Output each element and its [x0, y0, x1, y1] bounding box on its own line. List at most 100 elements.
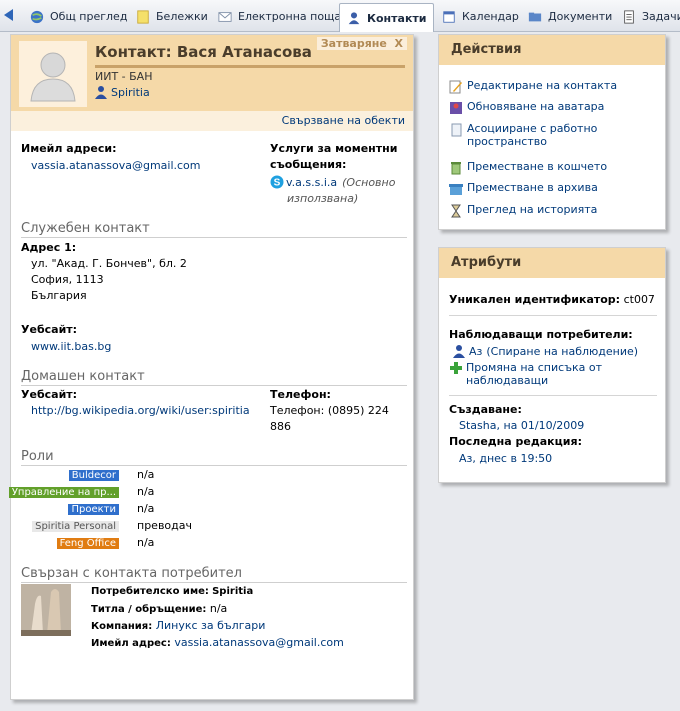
work-contact-title: Служебен контакт [21, 221, 407, 238]
avatar [19, 41, 87, 107]
watchers-label: Наблюдаващи потребители: [449, 328, 633, 341]
company-row: Компания: Линукс за българи [91, 619, 265, 632]
email-link[interactable]: vassia.atanassova@gmail.com [31, 159, 201, 172]
address-label: Адрес 1: [21, 241, 77, 254]
close-icon: X [394, 37, 403, 50]
uid-row: Уникален идентификатор: ct007 [449, 293, 655, 306]
website-label: Уебсайт: [21, 323, 78, 336]
role-value: преводач [137, 519, 192, 532]
close-label: Затваряне [320, 37, 387, 50]
phone-value: Телефон: (0895) 224 [270, 404, 389, 417]
change-watchers-link[interactable]: Промяна на списъка от наблюдаващи [466, 361, 602, 387]
role-tag[interactable]: Feng Office [56, 538, 119, 549]
owner-user[interactable]: Spiritia [95, 85, 150, 99]
hourglass-icon [451, 204, 461, 218]
contact-header: Контакт: Вася Атанасова Затваряне X ИИТ … [11, 35, 413, 111]
action-label-line2: пространство [467, 135, 547, 148]
divider [449, 315, 657, 316]
linked-email-link[interactable]: vassia.atanassova@gmail.com [174, 636, 344, 649]
role-value: n/a [137, 502, 155, 515]
salutation-value: n/a [209, 602, 228, 615]
link-objects-link[interactable]: Свързване на обекти [282, 114, 405, 127]
tab-documents[interactable]: Документи [520, 4, 619, 28]
tab-label: Общ преглед [50, 10, 128, 23]
attributes-box: Атрибути Уникален идентификатор: ct007 Н… [438, 247, 666, 483]
phone-value-cont: 886 [270, 420, 291, 433]
company-link[interactable]: Линукс за българи [156, 619, 266, 632]
action-label: Преместване в кошчето [467, 160, 608, 173]
tab-email[interactable]: Електронна поща [210, 4, 348, 28]
globe-icon [30, 10, 44, 23]
action-label: Обновяване на аватара [467, 100, 605, 113]
modified-label: Последна редакция: [449, 435, 582, 448]
actions-title: Действия [439, 35, 665, 65]
tab-tasks[interactable]: Задачи [614, 4, 680, 28]
svg-text:S: S [274, 178, 281, 189]
modified-value: Аз, днес в 19:50 [459, 452, 552, 465]
username-row: Потребителско име: Spiritia [91, 586, 253, 597]
im-handle[interactable]: v.a.s.s.i.a [286, 176, 337, 189]
stop-watching-link[interactable]: (Спиране на наблюдение) [486, 345, 638, 358]
tab-label: Бележки [156, 10, 208, 23]
role-value: n/a [137, 468, 155, 481]
watcher-row: Аз (Спиране на наблюдение) [453, 344, 638, 358]
action-associate-workspace[interactable]: Асоцииране с работно пространство [449, 122, 659, 148]
role-tag[interactable]: Управление на пр... [8, 487, 119, 498]
username-value: Spiritia [212, 586, 254, 597]
tab-bar: Общ преглед Бележки Електронна поща Конт… [0, 0, 680, 32]
tab-label: Електронна поща [238, 10, 342, 23]
change-watchers-row[interactable]: Промяна на списъка от наблюдаващи [449, 361, 602, 387]
actions-box: Действия Редактиране на контакта Обновяв… [438, 34, 666, 230]
role-tag[interactable]: Spiritia Personal [32, 521, 119, 532]
address-line: София, 1113 [31, 273, 104, 286]
action-move-to-trash[interactable]: Преместване в кошчето [449, 160, 659, 175]
email-label: Имейл адреси: [21, 142, 117, 155]
organization: ИИТ - БАН [95, 70, 153, 83]
note-icon [137, 9, 149, 24]
skype-icon: S [270, 175, 284, 189]
tab-label: Задачи [642, 10, 680, 23]
home-website-link[interactable]: http://bg.wikipedia.org/wiki/user:spirit… [31, 404, 250, 417]
role-value: n/a [137, 536, 155, 549]
back-arrow-icon[interactable] [4, 9, 13, 21]
tab-calendar[interactable]: Календар [434, 4, 526, 28]
divider [449, 395, 657, 396]
action-move-to-archive[interactable]: Преместване в архива [449, 181, 659, 196]
contact-panel: Контакт: Вася Атанасова Затваряне X ИИТ … [8, 34, 414, 700]
header-divider [95, 65, 405, 68]
page-title: Контакт: Вася Атанасова [95, 43, 312, 61]
tab-contacts[interactable]: Контакти [339, 3, 434, 32]
role-tag[interactable]: Buldecor [68, 470, 119, 481]
im-note: (Основно [342, 175, 396, 189]
documents-icon [528, 12, 542, 21]
linked-user-avatar[interactable] [21, 584, 71, 636]
action-label: Преглед на историята [467, 203, 598, 216]
address-line: ул. "Акад. Г. Бончев", бл. 2 [31, 257, 187, 270]
company-label: Компания: [91, 621, 153, 632]
action-label-line1: Асоцииране с работно [467, 122, 598, 135]
role-tag[interactable]: Проекти [68, 504, 119, 515]
close-button[interactable]: Затваряне X [316, 37, 407, 50]
action-edit-contact[interactable]: Редактиране на контакта [449, 79, 659, 94]
username-label: Потребителско име: [91, 586, 209, 597]
tab-notes[interactable]: Бележки [128, 4, 215, 28]
tab-overview[interactable]: Общ преглед [22, 4, 134, 28]
im-row: S v.a.s.s.i.a (Основно [270, 175, 395, 189]
watcher-me[interactable]: Аз [469, 345, 482, 358]
home-contact-title: Домашен контакт [21, 369, 407, 386]
calendar-icon [443, 10, 455, 23]
link-objects-bar: Свързване на обекти [11, 111, 413, 131]
tab-label: Календар [462, 10, 519, 23]
salutation-label: Титла / обръщение: [91, 604, 207, 615]
action-label: Преместване в архива [467, 181, 598, 194]
uid-value: ct007 [623, 293, 655, 306]
owner-user-link[interactable]: Spiritia [111, 86, 150, 99]
trash-icon [451, 162, 461, 175]
action-update-avatar[interactable]: Обновяване на аватара [449, 100, 659, 115]
workspace-icon [451, 123, 462, 137]
tasks-icon [624, 9, 634, 24]
linked-email-label: Имейл адрес: [91, 638, 171, 649]
modified-text: Аз, днес в 19:50 [459, 452, 553, 465]
website-link[interactable]: www.iit.bas.bg [31, 340, 111, 353]
action-view-history[interactable]: Преглед на историята [449, 203, 659, 218]
